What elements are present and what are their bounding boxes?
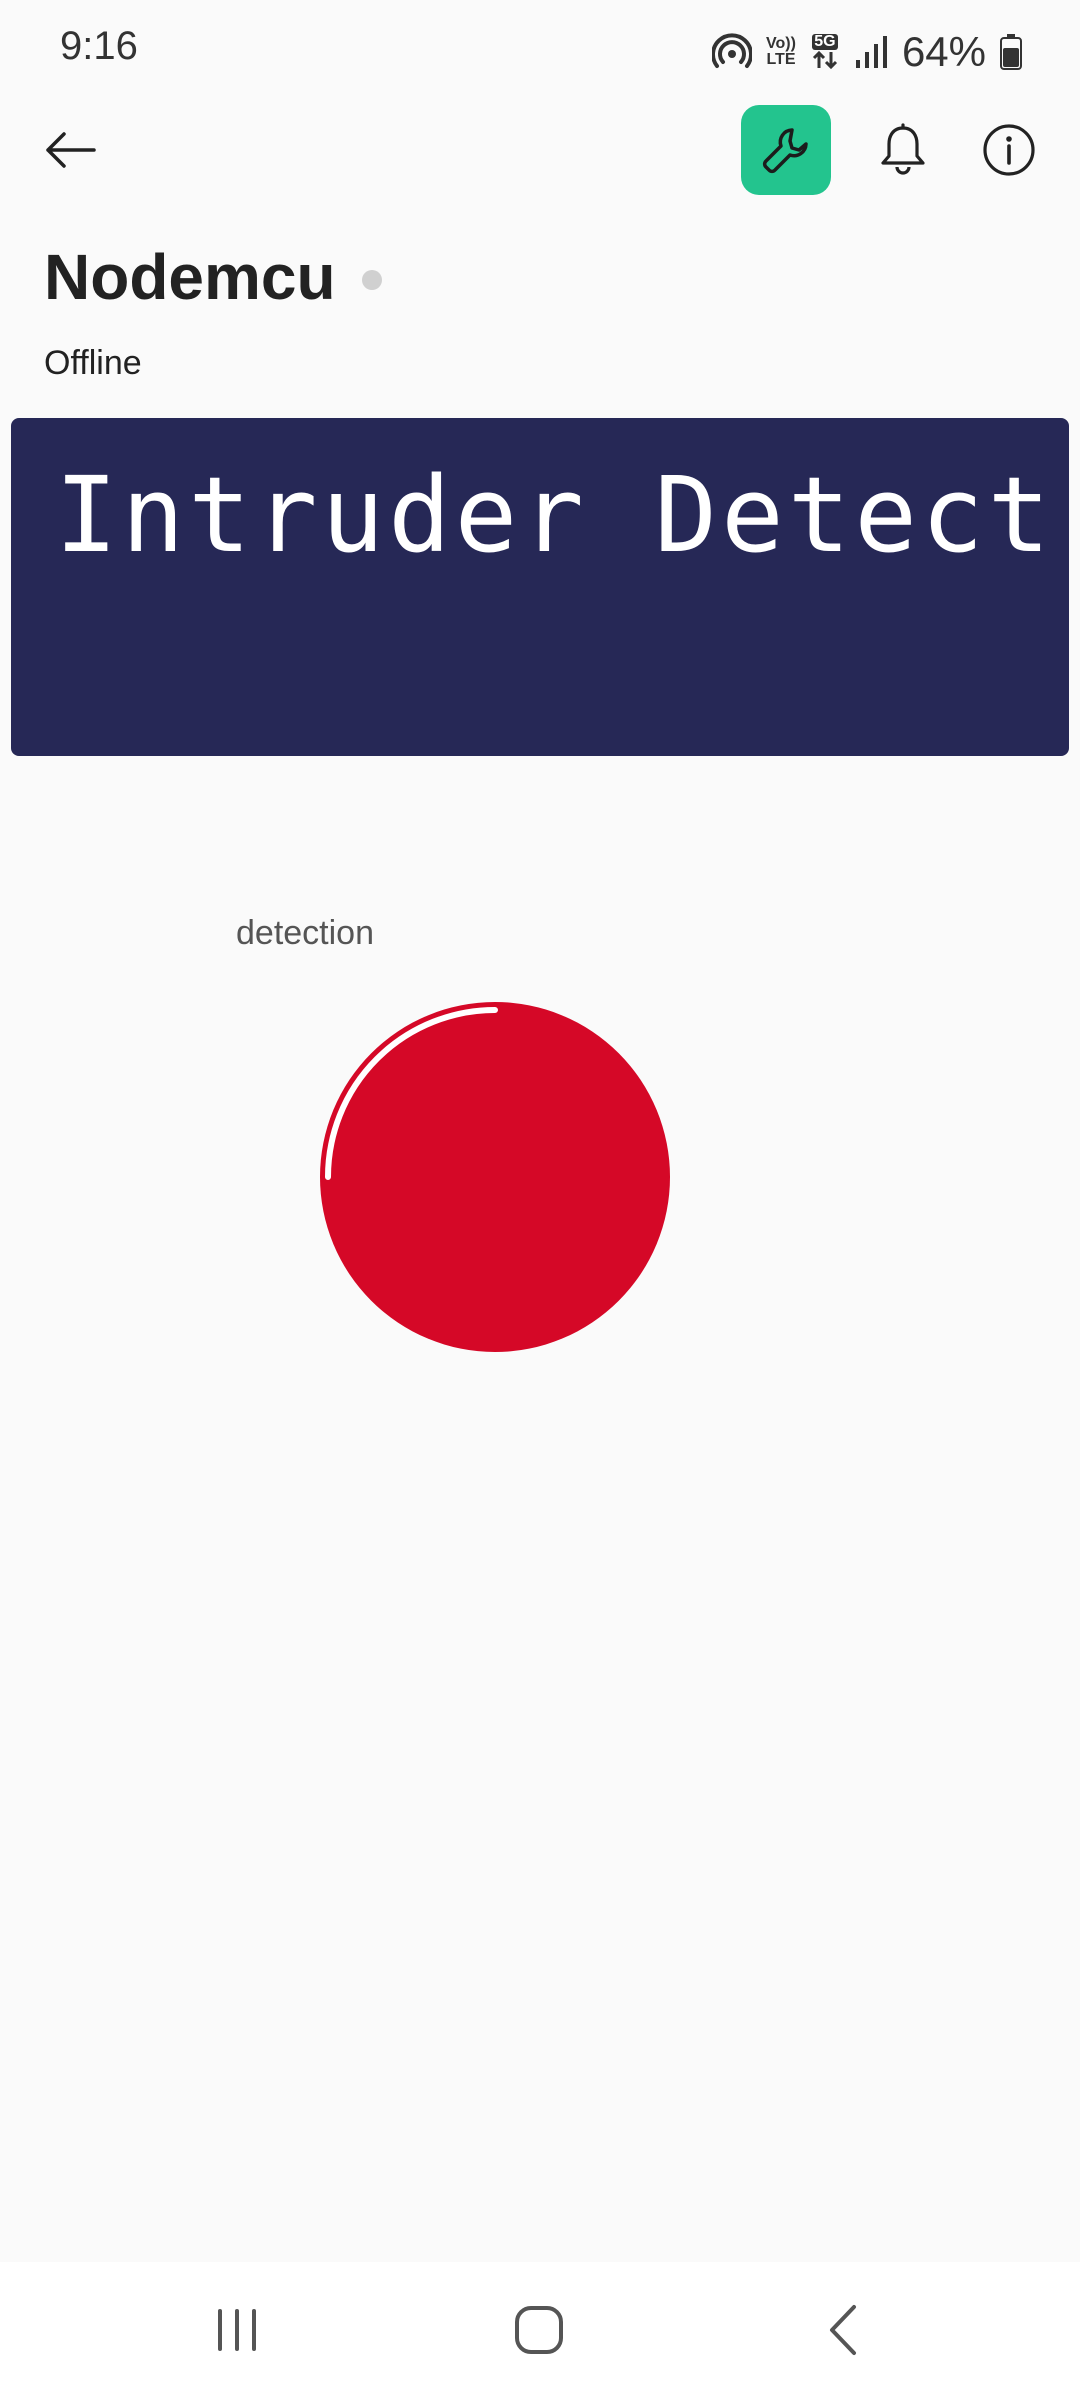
chevron-left-icon — [830, 2305, 856, 2355]
nav-back-button[interactable] — [794, 2290, 894, 2370]
device-settings-button[interactable] — [741, 105, 831, 195]
lcd-display-widget[interactable]: Intruder Detect — [11, 418, 1069, 756]
battery-icon — [1000, 34, 1022, 70]
notifications-button[interactable] — [858, 105, 948, 195]
bell-icon — [881, 123, 925, 175]
detection-led[interactable] — [320, 1002, 670, 1352]
volte-icon: Vo)) LTE — [766, 35, 796, 68]
info-button[interactable] — [964, 105, 1054, 195]
home-button[interactable] — [489, 2290, 589, 2370]
system-nav-bar — [0, 2262, 1080, 2400]
status-time: 9:16 — [60, 24, 138, 68]
back-button[interactable] — [30, 110, 110, 190]
hotspot-icon — [712, 32, 753, 72]
lcd-line-1: Intruder Detect — [55, 454, 1055, 576]
home-icon — [515, 2306, 563, 2354]
wrench-icon — [762, 128, 808, 174]
network-5g-icon: 5G — [810, 34, 840, 70]
status-icons: Vo)) LTE 5G 64% — [712, 24, 1022, 80]
info-icon — [983, 124, 1035, 176]
device-name: Nodemcu — [44, 241, 336, 313]
status-bar: 9:16 Vo)) LTE 5G 64% — [0, 0, 1080, 100]
signal-icon — [854, 34, 888, 70]
battery-percent: 64% — [901, 28, 986, 75]
led-highlight — [325, 1007, 498, 1180]
recents-button[interactable] — [187, 2290, 287, 2370]
device-status: Offline — [44, 344, 142, 382]
led-widget-label: detection — [236, 914, 374, 952]
recents-icon — [218, 2309, 256, 2351]
connection-status-dot — [362, 270, 382, 290]
arrow-left-icon — [46, 132, 96, 168]
